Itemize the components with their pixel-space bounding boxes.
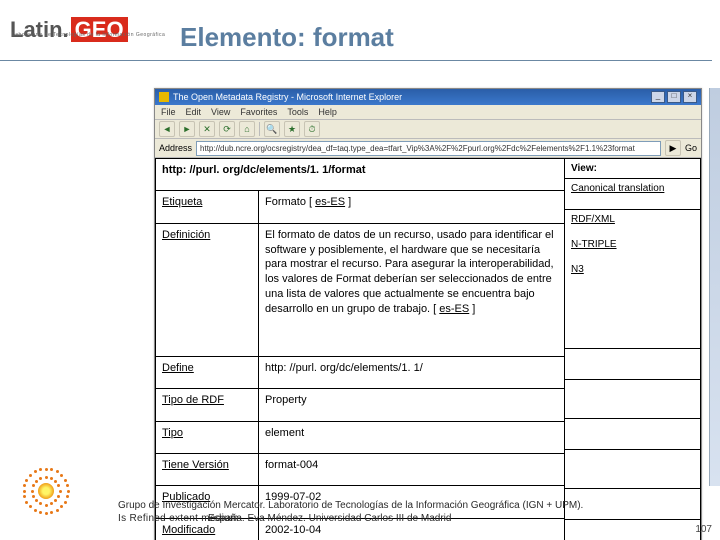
menu-edit[interactable]: Edit [186,107,202,117]
minimize-button[interactable]: _ [651,91,665,103]
menu-view[interactable]: View [211,107,230,117]
page-content: http: //purl. org/dc/elements/1. 1/forma… [155,158,701,540]
toolbar: ◄ ► ✕ ⟳ ⌂ 🔍 ★ ⏱ [155,120,701,139]
footer-line1: Grupo de Investigación Mercator. Laborat… [118,500,690,513]
page-number: 107 [695,524,712,535]
title-rule [0,60,712,61]
row-define-key: Define [156,356,259,388]
row-version-key: Tiene Versión [156,453,259,485]
go-button[interactable]: ▶ [665,140,681,156]
row-etiqueta-key: Etiqueta [156,191,259,223]
metadata-table: http: //purl. org/dc/elements/1. 1/forma… [155,158,565,540]
address-url-text: http://dub.ncre.org/ocsregistry/dea_df=t… [200,144,635,153]
row-tipordf-key: Tipo de RDF [156,389,259,421]
favorites-button[interactable]: ★ [284,121,300,137]
slide-right-edge [709,88,720,486]
menu-file[interactable]: File [161,107,176,117]
logo-subtitle: Laboratorio de Tecnologías de la Informa… [12,32,165,38]
element-url: http: //purl. org/dc/elements/1. 1/forma… [156,159,565,191]
logo-latin: Latin. [10,17,69,42]
es-es-link[interactable]: es-ES [315,196,345,208]
browser-window: The Open Metadata Registry - Microsoft I… [154,88,702,540]
logo: Latin.GEO [10,10,160,50]
go-label: Go [685,143,697,153]
view-canonical[interactable]: Canonical translation [571,183,664,194]
address-bar: Address http://dub.ncre.org/ocsregistry/… [155,139,701,158]
view-column: View: Canonical translation RDF/XML N-TR… [565,158,701,540]
sun-logo-icon [20,465,72,517]
refresh-button[interactable]: ⟳ [219,121,235,137]
window-title: The Open Metadata Registry - Microsoft I… [173,92,402,102]
row-tipo-key: Tipo [156,421,259,453]
logo-geo: GEO [71,17,128,42]
maximize-button[interactable]: □ [667,91,681,103]
menu-favorites[interactable]: Favorites [240,107,277,117]
slide-title: Elemento: format [180,22,394,53]
row-tipordf-val: Property [259,389,565,421]
row-etiqueta-val: Formato [ es-ES ] [259,191,565,223]
search-button[interactable]: 🔍 [264,121,280,137]
stop-button[interactable]: ✕ [199,121,215,137]
view-n3[interactable]: N3 [571,264,694,275]
menu-tools[interactable]: Tools [287,107,308,117]
menu-help[interactable]: Help [318,107,337,117]
history-button[interactable]: ⏱ [304,121,320,137]
view-ntriple[interactable]: N-TRIPLE [571,239,694,250]
back-button[interactable]: ◄ [159,121,175,137]
es-es-link-2[interactable]: es-ES [439,303,469,315]
forward-button[interactable]: ► [179,121,195,137]
view-rdfxml[interactable]: RDF/XML [571,214,694,225]
footer: Grupo de Investigación Mercator. Laborat… [118,500,690,526]
address-label: Address [159,143,192,153]
ie-icon [159,92,169,102]
row-tipo-val: element [259,421,565,453]
address-input[interactable]: http://dub.ncre.org/ocsregistry/dea_df=t… [196,141,661,156]
close-button[interactable]: × [683,91,697,103]
menu-bar: File Edit View Favorites Tools Help [155,105,701,120]
home-button[interactable]: ⌂ [239,121,255,137]
footer-line2b: España. Eva Méndez. Universidad Carlos I… [208,513,451,524]
row-definicion-val: El formato de datos de un recurso, usado… [259,223,565,356]
window-titlebar: The Open Metadata Registry - Microsoft I… [155,89,701,105]
row-version-val: format-004 [259,453,565,485]
row-definicion-key: Definición [156,223,259,356]
view-header: View: [565,159,701,179]
row-define-val: http: //purl. org/dc/elements/1. 1/ [259,356,565,388]
